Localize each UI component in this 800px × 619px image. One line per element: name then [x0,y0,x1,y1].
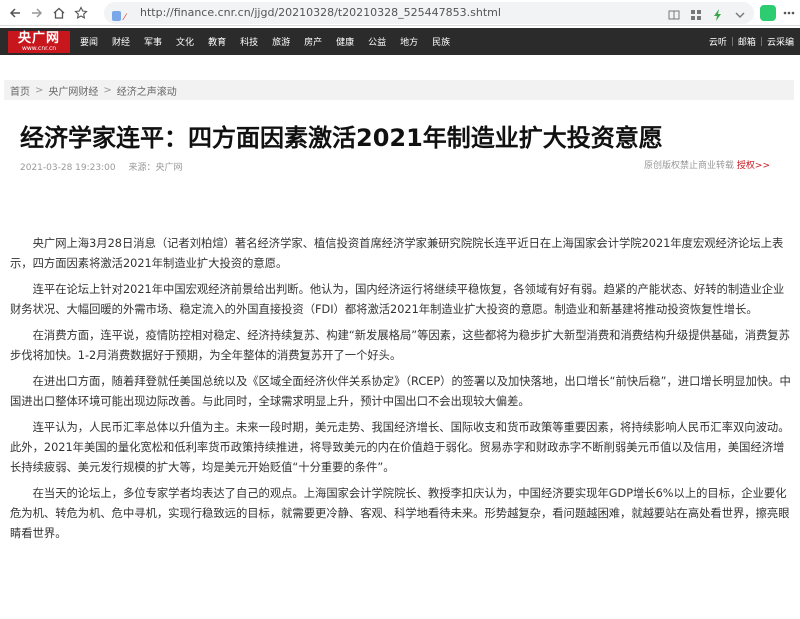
yunting-link[interactable]: 云听 [709,35,727,48]
breadcrumb-separator: > [103,84,112,96]
shield-icon: ⁄ [112,7,134,26]
grid-icon[interactable] [690,6,702,20]
article-paragraph: 央广网上海3月28日消息（记者刘柏煊）著名经济学家、植信投资首席经济学家兼研究院… [10,237,784,270]
breadcrumb-separator: > [35,84,44,96]
logo-text: 央广网 [17,31,60,46]
url-text[interactable]: http://finance.cnr.cn/jjgd/20210328/t202… [140,6,501,19]
extension-icon[interactable] [760,5,776,21]
nav-item-keji[interactable]: 科技 [240,35,258,48]
logo-subtext: www.cnr.cn [21,45,57,52]
authorization-link[interactable]: 授权>> [737,161,770,171]
svg-text:⁄: ⁄ [122,13,128,22]
breadcrumb-finance[interactable]: 央广网财经 [48,83,98,98]
browser-toolbar: ⁄ http://finance.cnr.cn/jjgd/20210328/t2… [0,0,800,26]
home-icon[interactable] [50,4,68,22]
article-body: 央广网上海3月28日消息（记者刘柏煊）著名经济学家、植信投资首席经济学家兼研究院… [10,234,792,550]
nav-menu: 要闻 财经 军事 文化 教育 科技 旅游 房产 健康 公益 地方 民族 [80,28,464,55]
article-paragraph: 在当天的论坛上，多位专家学者均表达了自己的观点。上海国家会计学院院长、教授李扣庆… [10,487,790,540]
publish-datetime: 2021-03-28 19:23:00 [20,163,116,173]
menu-icon[interactable] [780,4,798,22]
forward-icon[interactable] [28,4,46,22]
article-paragraph: 连平在论坛上针对2021年中国宏观经济前景给出判断。他认为，国内经济运行将继续平… [10,283,785,316]
copyright-notice: 原创版权禁止商业转载 授权>> [644,158,770,171]
address-bar[interactable]: ⁄ http://finance.cnr.cn/jjgd/20210328/t2… [104,2,754,24]
article-paragraph: 连平认为，人民币汇率总体以升值为主。未来一段时期，美元走势、我国经济增长、国际收… [10,421,790,474]
nav-item-minzu[interactable]: 民族 [432,35,450,48]
article-meta: 2021-03-28 19:23:00 来源：央广网 [20,160,182,173]
yuncaibian-link[interactable]: 云采编 [767,35,794,48]
chevron-down-icon[interactable] [734,6,746,18]
lightning-icon[interactable] [712,6,724,21]
nav-item-difang[interactable]: 地方 [400,35,418,48]
breadcrumb-economy-voice[interactable]: 经济之声滚动 [117,83,177,98]
nav-item-caijing[interactable]: 财经 [112,35,130,48]
nav-right-links: 云听 | 邮箱 | 云采编 [709,28,794,55]
back-icon[interactable] [6,4,24,22]
nav-item-jiaoyu[interactable]: 教育 [208,35,226,48]
article-paragraph: 在进出口方面，随着拜登就任美国总统以及《区域全面经济伙伴关系协定》（RCEP）的… [10,375,791,408]
nav-item-junshi[interactable]: 军事 [144,35,162,48]
nav-item-gongyi[interactable]: 公益 [368,35,386,48]
email-link[interactable]: 邮箱 [738,35,756,48]
nav-item-fangchan[interactable]: 房产 [304,35,322,48]
divider: | [759,36,763,47]
divider: | [730,36,734,47]
copyright-text: 原创版权禁止商业转载 [644,161,735,171]
article-paragraph: 在消费方面，连平说，疫情防控相对稳定、经济持续复苏、构建“新发展格局”等因素，这… [10,329,790,362]
site-logo[interactable]: 央广网 www.cnr.cn [8,31,70,53]
nav-item-yaowen[interactable]: 要闻 [80,35,98,48]
reader-mode-icon[interactable] [668,6,680,20]
article-title: 经济学家连平：四方面因素激活2021年制造业扩大投资意愿 [20,124,663,152]
article-source: 来源：央广网 [128,163,183,173]
bookmark-star-icon[interactable] [72,4,90,22]
nav-item-wenhua[interactable]: 文化 [176,35,194,48]
nav-item-lvyou[interactable]: 旅游 [272,35,290,48]
breadcrumb-home[interactable]: 首页 [10,83,30,98]
breadcrumb: 首页 > 央广网财经 > 经济之声滚动 [4,80,794,100]
nav-item-jiankang[interactable]: 健康 [336,35,354,48]
site-navbar: 央广网 www.cnr.cn 要闻 财经 军事 文化 教育 科技 旅游 房产 健… [0,28,800,55]
